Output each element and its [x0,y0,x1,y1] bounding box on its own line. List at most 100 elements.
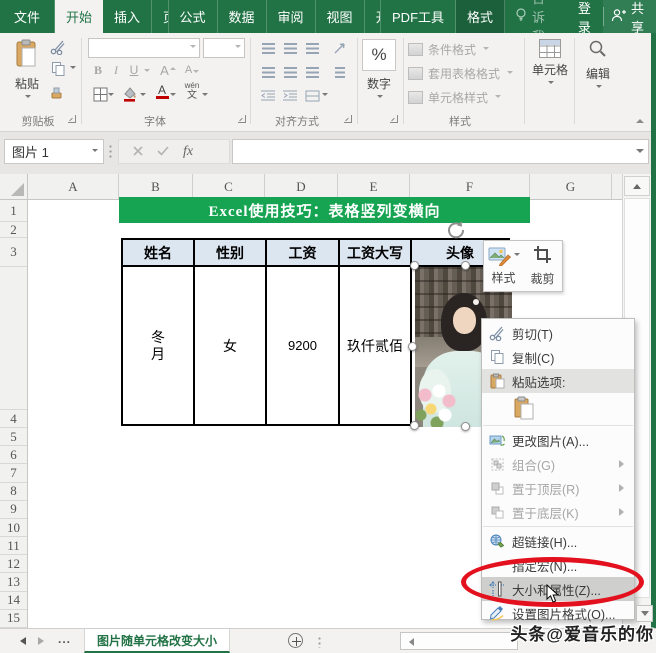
align-right-button[interactable] [302,63,322,81]
column-header-c[interactable]: C [193,174,265,199]
tab-insert[interactable]: 插入 [103,0,153,33]
row-header[interactable]: 5 [0,428,27,447]
chevron-down-icon[interactable] [70,66,76,72]
table-header-salary[interactable]: 工资 [267,240,340,265]
menu-item-hyperlink[interactable]: 超链接(H)... [482,529,634,553]
sheet-nav-left-icon[interactable] [16,637,26,645]
row-header-tall[interactable] [0,267,27,410]
underline-button[interactable]: U [124,61,144,79]
sheet-nav-right-icon[interactable] [38,637,48,645]
chevron-down-icon[interactable] [144,69,150,75]
formula-bar-grip[interactable] [109,144,112,160]
column-header-b[interactable]: B [119,174,193,199]
tab-developer[interactable]: 开发工具 [365,0,382,33]
editing-button[interactable]: 编辑 [578,39,618,91]
cell-name[interactable]: 冬月 [123,267,195,424]
insert-function-button[interactable]: fx [183,144,193,160]
selection-handle-middle-left[interactable] [408,342,417,351]
share-button[interactable]: 共享 [602,0,656,35]
cell-salary-caps[interactable]: 玖仟贰佰 [340,267,412,424]
chevron-down-icon[interactable] [140,93,146,99]
row-header-1[interactable]: 1 [0,200,27,222]
row-header[interactable]: 9 [0,501,27,519]
align-middle-button[interactable] [280,39,300,57]
align-top-button[interactable] [258,39,278,57]
tab-formulas[interactable]: 公式 [169,0,218,33]
collapse-ribbon-icon[interactable] [636,115,644,123]
format-as-table-button[interactable]: 套用表格格式 [408,65,514,82]
selection-handle-top-left[interactable] [410,261,419,270]
column-header-g[interactable]: G [530,174,612,199]
chevron-down-icon[interactable] [108,93,114,99]
cancel-icon[interactable] [133,143,143,161]
font-dialog-launcher[interactable] [238,115,246,123]
selection-handle-bottom-left[interactable] [410,421,419,430]
table-header-gender[interactable]: 性别 [195,240,267,265]
tab-view[interactable]: 视图 [316,0,365,33]
selection-handle-bottom-middle[interactable] [461,422,470,431]
tab-bar-grip[interactable] [318,636,321,648]
tab-data[interactable]: 数据 [218,0,267,33]
grow-font-button[interactable]: A [158,61,178,79]
alignment-dialog-launcher[interactable] [344,115,352,123]
tab-review[interactable]: 审阅 [267,0,316,33]
sheet-tab-overflow-button[interactable]: ... [58,632,71,646]
name-box[interactable]: 图片 1 [4,139,104,164]
row-header[interactable]: 11 [0,537,27,556]
rotate-handle-icon[interactable] [445,219,467,241]
tell-me-button[interactable]: 告诉我... [505,0,566,44]
select-all-button[interactable] [0,174,28,199]
borders-button[interactable] [90,85,110,103]
cell-salary[interactable]: 9200 [267,267,340,424]
percent-style-button[interactable]: % [362,39,396,71]
column-header-f[interactable]: F [410,174,530,199]
fill-color-button[interactable] [120,85,140,103]
selection-handle-top-middle[interactable] [461,261,470,270]
new-sheet-button[interactable] [288,633,303,648]
row-header[interactable]: 4 [0,410,27,429]
number-format-button[interactable]: 数字 [358,75,400,101]
cell-styles-button[interactable]: 单元格样式 [408,89,502,106]
column-header-d[interactable]: D [265,174,338,199]
row-header[interactable]: 8 [0,483,27,501]
picture-style-button[interactable]: 样式 [484,241,523,291]
bold-button[interactable]: B [88,61,108,79]
font-name-combo[interactable] [88,38,200,58]
cut-button[interactable] [48,38,68,56]
title-banner-cell[interactable]: Excel使用技巧：表格竖列变横向 [119,197,530,223]
font-color-button[interactable]: A [152,83,172,101]
menu-item-copy[interactable]: 复制(C) [482,345,634,369]
paste-button[interactable]: 粘贴 [8,39,46,109]
font-size-combo[interactable] [203,38,245,58]
row-header[interactable]: 15 [0,610,27,628]
row-header-2[interactable]: 2 [0,222,27,238]
clipboard-dialog-launcher[interactable] [68,115,76,123]
scroll-up-button[interactable] [624,176,650,196]
crop-button[interactable]: 裁剪 [523,241,562,291]
chevron-down-icon[interactable] [322,93,328,99]
shrink-font-button[interactable]: A [182,61,202,79]
formula-bar-expand-icon[interactable] [636,149,644,157]
menu-item-change-picture[interactable]: 更改图片(A)... [482,428,634,452]
tab-file[interactable]: 文件 [0,0,56,33]
tab-pdf-tools[interactable]: PDF工具 [381,0,457,33]
merge-center-button[interactable] [302,87,322,105]
enter-icon[interactable] [157,143,169,161]
keep-source-formatting-paste-icon[interactable] [512,395,536,421]
number-dialog-launcher[interactable] [390,115,398,123]
increase-indent-button[interactable] [280,87,300,105]
column-header-e[interactable]: E [338,174,410,199]
table-header-salary-caps[interactable]: 工资大写 [340,240,412,265]
orientation-button[interactable] [330,39,350,57]
cells-button[interactable]: 单元格 [528,39,572,87]
chevron-down-icon[interactable] [170,93,176,99]
align-bottom-button[interactable] [302,39,322,57]
column-header-a[interactable]: A [28,174,119,199]
menu-item-cut[interactable]: 剪切(T) [482,321,634,345]
wrap-text-button[interactable] [330,63,350,81]
row-header[interactable]: 6 [0,446,27,465]
table-header-name[interactable]: 姓名 [123,240,195,265]
row-header[interactable]: 14 [0,592,27,610]
copy-button[interactable] [48,60,68,78]
tab-page-layout[interactable]: 页面布局 [152,0,169,33]
